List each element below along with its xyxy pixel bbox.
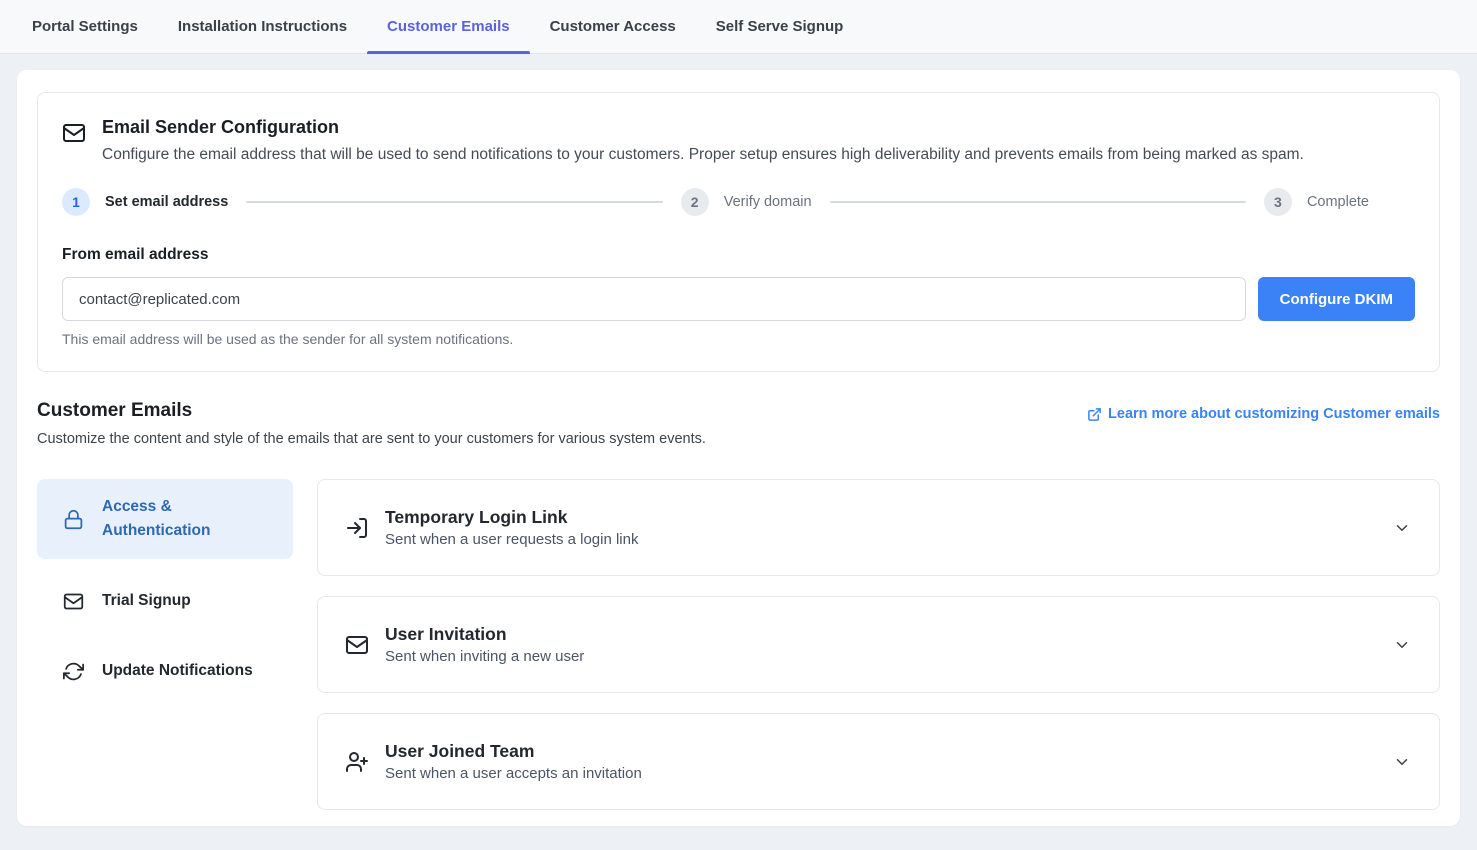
sender-config-title: Email Sender Configuration bbox=[102, 117, 1304, 138]
tab-portal-settings[interactable]: Portal Settings bbox=[32, 0, 138, 54]
step-complete: 3 Complete bbox=[1264, 188, 1369, 216]
tab-customer-access[interactable]: Customer Access bbox=[550, 0, 676, 54]
chevron-down-icon[interactable] bbox=[1393, 519, 1411, 537]
mail-icon bbox=[62, 121, 86, 164]
configure-dkim-button[interactable]: Configure DKIM bbox=[1258, 277, 1415, 321]
email-card-title: User Invitation bbox=[385, 624, 1393, 645]
from-email-label: From email address bbox=[62, 246, 1415, 264]
step-set-email-address: 1 Set email address bbox=[62, 188, 228, 216]
email-category-list: Access & Authentication Trial Signup Upd… bbox=[37, 479, 293, 810]
lock-icon bbox=[63, 509, 84, 530]
learn-more-label: Learn more about customizing Customer em… bbox=[1108, 406, 1440, 422]
email-card-subtitle: Sent when inviting a new user bbox=[385, 648, 1393, 665]
login-icon bbox=[345, 516, 369, 540]
step-label: Verify domain bbox=[724, 194, 812, 210]
stepper-connector bbox=[830, 201, 1246, 203]
customer-emails-section-title: Customer Emails bbox=[37, 400, 192, 422]
user-plus-icon bbox=[345, 750, 369, 774]
category-access-authentication[interactable]: Access & Authentication bbox=[37, 479, 293, 559]
email-card-subtitle: Sent when a user accepts an invitation bbox=[385, 765, 1393, 782]
category-label: Update Notifications bbox=[102, 659, 253, 683]
step-label: Set email address bbox=[105, 194, 228, 210]
step-label: Complete bbox=[1307, 194, 1369, 210]
from-email-input[interactable] bbox=[62, 277, 1246, 321]
email-sender-config-card: Email Sender Configuration Configure the… bbox=[37, 92, 1440, 372]
sender-config-description: Configure the email address that will be… bbox=[102, 146, 1304, 164]
tab-installation-instructions[interactable]: Installation Instructions bbox=[178, 0, 347, 54]
settings-tab-bar: Portal Settings Installation Instruction… bbox=[0, 0, 1477, 54]
stepper-connector bbox=[246, 201, 662, 203]
step-number-badge: 1 bbox=[62, 188, 90, 216]
email-template-list: Temporary Login Link Sent when a user re… bbox=[317, 479, 1440, 810]
mail-icon bbox=[63, 591, 84, 612]
email-card-subtitle: Sent when a user requests a login link bbox=[385, 531, 1393, 548]
step-number-badge: 3 bbox=[1264, 188, 1292, 216]
external-link-icon bbox=[1087, 407, 1102, 422]
email-card-title: Temporary Login Link bbox=[385, 507, 1393, 528]
email-card-title: User Joined Team bbox=[385, 741, 1393, 762]
customer-emails-section-description: Customize the content and style of the e… bbox=[37, 431, 1440, 447]
learn-more-link[interactable]: Learn more about customizing Customer em… bbox=[1087, 406, 1440, 422]
email-card-temporary-login-link[interactable]: Temporary Login Link Sent when a user re… bbox=[317, 479, 1440, 576]
refresh-icon bbox=[63, 661, 84, 682]
chevron-down-icon[interactable] bbox=[1393, 636, 1411, 654]
from-email-helper-text: This email address will be used as the s… bbox=[62, 331, 1415, 347]
email-card-user-invitation[interactable]: User Invitation Sent when inviting a new… bbox=[317, 596, 1440, 693]
category-label: Access & Authentication bbox=[102, 495, 273, 543]
chevron-down-icon[interactable] bbox=[1393, 753, 1411, 771]
category-trial-signup[interactable]: Trial Signup bbox=[37, 573, 293, 629]
category-label: Trial Signup bbox=[102, 589, 191, 613]
step-verify-domain: 2 Verify domain bbox=[681, 188, 812, 216]
tab-self-serve-signup[interactable]: Self Serve Signup bbox=[716, 0, 844, 54]
mail-icon bbox=[345, 633, 369, 657]
email-card-user-joined-team[interactable]: User Joined Team Sent when a user accept… bbox=[317, 713, 1440, 810]
customer-emails-panel: Email Sender Configuration Configure the… bbox=[17, 70, 1460, 826]
tab-customer-emails[interactable]: Customer Emails bbox=[387, 0, 510, 54]
step-number-badge: 2 bbox=[681, 188, 709, 216]
category-update-notifications[interactable]: Update Notifications bbox=[37, 643, 293, 699]
email-setup-stepper: 1 Set email address 2 Verify domain 3 Co… bbox=[62, 188, 1415, 216]
